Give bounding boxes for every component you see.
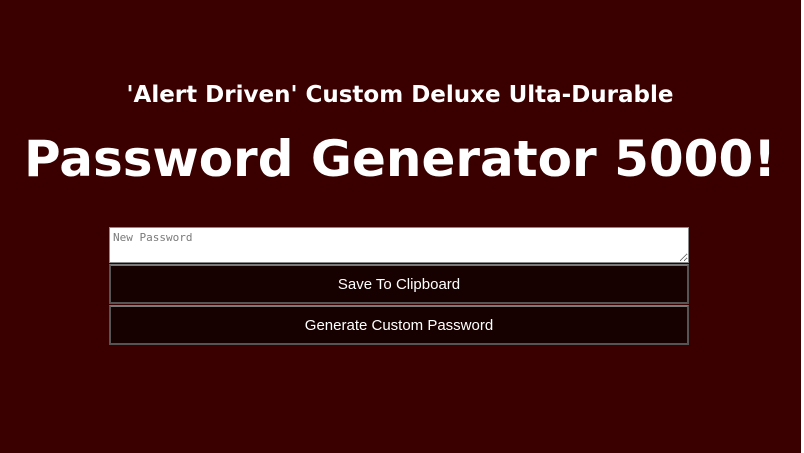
generate-password-button[interactable]: Generate Custom Password xyxy=(109,305,689,345)
password-form: Save To Clipboard Generate Custom Passwo… xyxy=(109,227,689,345)
page-title: Password Generator 5000! xyxy=(23,130,777,188)
save-to-clipboard-button[interactable]: Save To Clipboard xyxy=(109,264,689,304)
password-field[interactable] xyxy=(109,227,689,263)
page-subtitle: 'Alert Driven' Custom Deluxe Ulta-Durabl… xyxy=(126,82,674,108)
